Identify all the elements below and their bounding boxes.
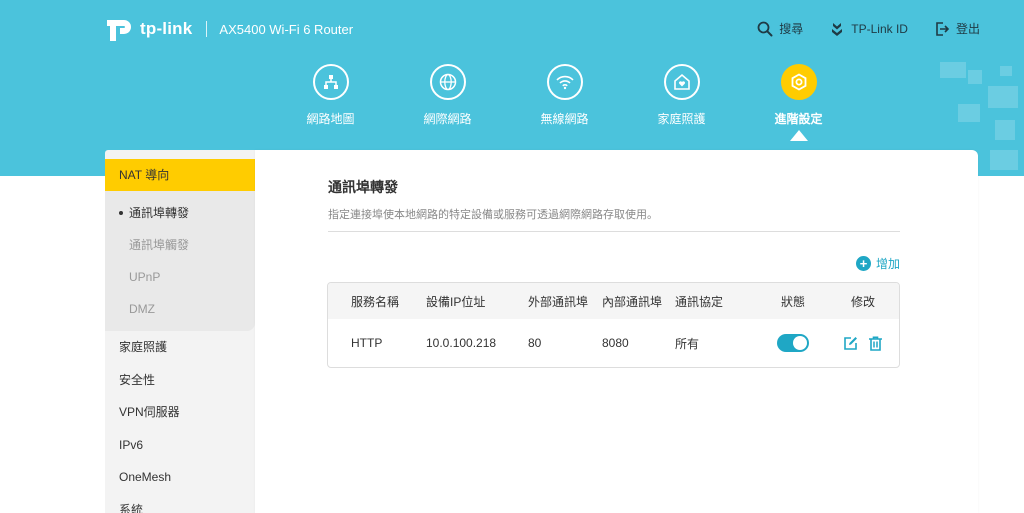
tp-link-id-label: TP-Link ID	[851, 21, 908, 36]
cell-modify	[828, 335, 898, 352]
add-rule-button[interactable]: + 增加	[855, 255, 900, 272]
tp-link-logo-icon	[104, 14, 134, 44]
globe-icon	[429, 64, 466, 100]
table-row: HTTP 10.0.100.218 80 8080 所有	[328, 319, 899, 367]
toggle-knob	[793, 336, 807, 350]
trash-icon[interactable]	[867, 335, 884, 352]
tp-link-id-button[interactable]: TP-Link ID	[829, 20, 908, 37]
cell-external-port: 80	[528, 336, 542, 350]
cell-device-ip: 10.0.100.218	[426, 336, 497, 350]
sidebar-submenu: 通訊埠轉發 通訊埠觸發 UPnP DMZ	[105, 191, 255, 331]
nav-network-map[interactable]: 網路地圖	[272, 64, 389, 127]
sidebar-item-port-triggering[interactable]: 通訊埠觸發	[105, 229, 255, 261]
sidebar-item-port-forwarding[interactable]: 通訊埠轉發	[105, 197, 255, 229]
plus-icon: +	[855, 256, 871, 271]
sidebar: NAT 導向 通訊埠轉發 通訊埠觸發 UPnP DMZ 家庭照護 安全性 VPN…	[105, 150, 255, 513]
sidebar-group-nat[interactable]: NAT 導向	[105, 159, 255, 191]
main-nav: 網路地圖 網際網路 無線網路 家庭照護 進階設定	[272, 64, 857, 141]
cell-protocol: 所有	[675, 336, 700, 351]
sidebar-item-ipv6[interactable]: IPv6	[105, 429, 255, 462]
nav-home-care[interactable]: 家庭照護	[623, 64, 740, 127]
gear-icon	[780, 64, 817, 100]
sidebar-item-dmz[interactable]: DMZ	[105, 293, 255, 325]
home-care-icon	[663, 64, 700, 100]
sidebar-item-onemesh[interactable]: OneMesh	[105, 461, 255, 494]
column-header-internal-port: 內部通訊埠	[602, 294, 663, 309]
column-header-external-port: 外部通訊埠	[528, 294, 589, 309]
search-button[interactable]: 搜尋	[757, 20, 803, 37]
column-header-device-ip: 設備IP位址	[426, 294, 486, 309]
cell-status	[758, 334, 828, 352]
edit-icon[interactable]	[842, 335, 859, 352]
cell-internal-port: 8080	[602, 336, 629, 350]
logout-label: 登出	[955, 22, 980, 36]
sidebar-item-system[interactable]: 系統	[105, 494, 255, 513]
column-header-modify: 修改	[850, 294, 875, 309]
page-description: 指定連接埠使本地網路的特定設備或服務可透過網際網路存取使用。	[328, 206, 900, 232]
column-header-protocol: 通訊協定	[675, 294, 724, 309]
network-map-icon	[312, 64, 349, 100]
wifi-icon	[546, 64, 583, 100]
column-header-status: 狀態	[780, 294, 805, 309]
search-label: 搜尋	[779, 22, 804, 36]
nav-network-map-label: 網路地圖	[306, 112, 355, 126]
port-forwarding-table: 服務名稱 設備IP位址 外部通訊埠 內部通訊埠 通訊協定 狀態 修改 HTTP …	[327, 282, 900, 368]
brand-name: tp-link	[140, 19, 193, 38]
add-rule-label: 增加	[875, 257, 900, 271]
search-icon	[757, 21, 773, 36]
logout-button[interactable]: 登出	[934, 20, 980, 37]
nav-home-care-label: 家庭照護	[657, 112, 706, 126]
nav-advanced[interactable]: 進階設定	[740, 64, 857, 141]
page-title: 通訊埠轉發	[328, 179, 398, 195]
logo-divider	[206, 21, 208, 37]
logout-icon	[936, 21, 950, 36]
column-header-service-name: 服務名稱	[351, 294, 400, 309]
sidebar-item-vpn-server[interactable]: VPN伺服器	[105, 396, 255, 429]
user-icon	[832, 22, 843, 36]
nav-wireless-label: 無線網路	[540, 112, 589, 126]
router-model: AX5400 Wi-Fi 6 Router	[219, 21, 354, 37]
status-toggle[interactable]	[777, 334, 809, 352]
cell-service-name: HTTP	[351, 336, 383, 350]
nav-internet-label: 網際網路	[423, 112, 472, 126]
main-panel: 通訊埠轉發 指定連接埠使本地網路的特定設備或服務可透過網際網路存取使用。 + 增…	[255, 150, 978, 513]
active-nav-pointer	[789, 130, 808, 141]
sidebar-item-security[interactable]: 安全性	[105, 364, 255, 397]
top-actions: 搜尋 TP-Link ID 登出	[757, 20, 980, 37]
nav-internet[interactable]: 網際網路	[389, 64, 506, 127]
sidebar-item-upnp[interactable]: UPnP	[105, 261, 255, 293]
table-header: 服務名稱 設備IP位址 外部通訊埠 內部通訊埠 通訊協定 狀態 修改	[328, 283, 899, 319]
sidebar-item-home-care[interactable]: 家庭照護	[105, 331, 255, 364]
nav-wireless[interactable]: 無線網路	[506, 64, 623, 127]
nav-advanced-label: 進階設定	[774, 112, 823, 126]
tp-link-logo: tp-link AX5400 Wi-Fi 6 Router	[104, 14, 353, 44]
